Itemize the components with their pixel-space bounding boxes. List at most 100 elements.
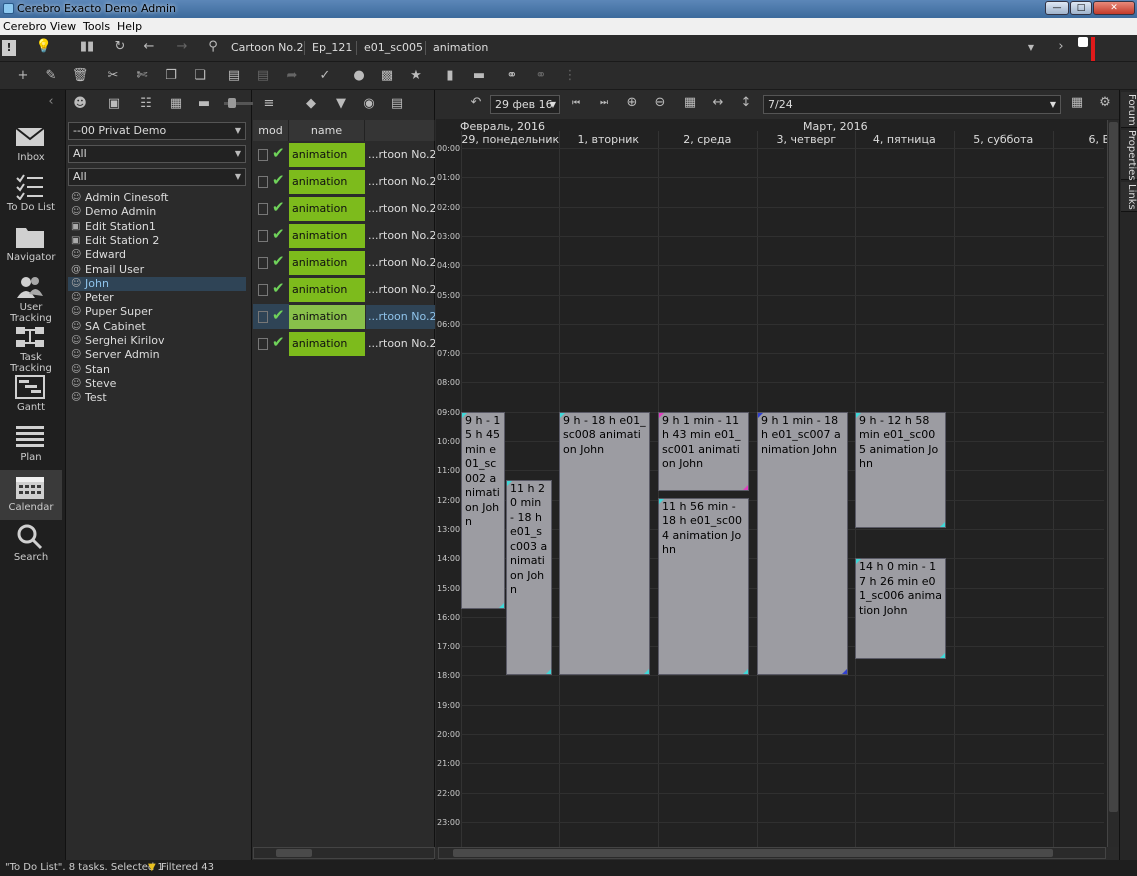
path-segment-scene[interactable]: e01_sc005 [364, 41, 423, 54]
export-icon[interactable]: ▤ [389, 96, 405, 112]
table-row[interactable]: ✔ animation ...rtoon No.2, [253, 142, 435, 167]
table-row[interactable]: ✔ animation ...rtoon No.2, [253, 223, 435, 248]
row-checkbox[interactable] [258, 257, 268, 269]
move-icon[interactable]: ▬ [470, 68, 488, 84]
delete-icon[interactable]: 🗑 [71, 68, 89, 84]
mod-cell[interactable]: ✔ [253, 169, 289, 194]
nav-calendar[interactable]: Calendar [0, 470, 62, 520]
book-icon[interactable]: ▮▮ [78, 39, 96, 55]
menu-tools[interactable]: Tools [83, 20, 110, 33]
user-item[interactable]: ▣ Edit Station1 [68, 220, 246, 234]
day-header[interactable]: 5, суббота [954, 133, 1053, 146]
user-item[interactable]: ☺ Peter [68, 291, 246, 305]
cut-link-icon[interactable]: ✄ [133, 68, 151, 84]
user-item[interactable]: @ Email User [68, 263, 246, 277]
row-checkbox[interactable] [258, 230, 268, 242]
doc-icon[interactable]: ▣ [106, 96, 122, 112]
user-item[interactable]: ☺ Demo Admin [68, 205, 246, 219]
user-item[interactable]: ☺ Puper Super [68, 305, 246, 319]
fit-height-icon[interactable]: ↕ [738, 95, 754, 111]
zoom-in-icon[interactable]: ⊕ [624, 95, 640, 111]
day-header[interactable]: 29, понедельник [461, 133, 560, 146]
undo-icon[interactable]: ↶ [468, 95, 484, 111]
calendar-event[interactable]: 14 h 0 min - 17 h 26 min e01_sc006 anima… [855, 558, 946, 659]
user-item[interactable]: ☺ Edward [68, 248, 246, 262]
hint-icon[interactable]: ● [350, 68, 368, 84]
forward-icon[interactable]: → [173, 39, 191, 55]
tab-forum[interactable]: Forum [1121, 92, 1137, 128]
task-project-cell[interactable]: ...rtoon No.2, [366, 278, 435, 302]
task-list-scrollbar[interactable] [253, 847, 435, 859]
path-segment-episode[interactable]: Ep_121 [312, 41, 352, 54]
copy-icon[interactable]: ❐ [162, 68, 180, 84]
task-name-cell[interactable]: animation [289, 224, 365, 248]
user-icon[interactable]: ☻ [72, 96, 88, 112]
redo-icon[interactable]: ➦ [283, 68, 301, 84]
last-page-icon[interactable]: ⏭ [596, 95, 612, 111]
filter-combo-2[interactable]: All ▼ [68, 168, 246, 186]
calendar-event[interactable]: 11 h 20 min - 18 h e01_sc003 animation J… [506, 479, 552, 676]
calendar-event[interactable]: 9 h 1 min - 11 h 43 min e01_sc001 animat… [658, 411, 749, 492]
user-item[interactable]: ☺ John [68, 276, 246, 291]
path-segment-project[interactable]: Cartoon No.2 [231, 41, 303, 54]
menu-help[interactable]: Help [117, 20, 142, 33]
menu-view[interactable]: View [50, 20, 76, 33]
nav-gantt[interactable]: Gantt [0, 370, 62, 420]
row-checkbox[interactable] [258, 203, 268, 215]
filter-icon[interactable]: ▼ [333, 96, 349, 112]
task-project-cell[interactable]: ...rtoon No.2, [366, 170, 435, 194]
calendar-event[interactable]: 9 h - 15 h 45 min e01_sc002 animation Jo… [461, 411, 505, 610]
table-row[interactable]: ✔ animation ...rtoon No.2, [253, 277, 435, 302]
user-item[interactable]: ☺ Steve [68, 377, 246, 391]
link-icon[interactable]: ⚭ [503, 68, 521, 84]
task-project-cell[interactable]: ...rtoon No.2, [366, 251, 435, 275]
zoom-out-icon[interactable]: ⊖ [652, 95, 668, 111]
menu-cerebro[interactable]: Cerebro [3, 20, 47, 33]
row-checkbox[interactable] [258, 284, 268, 296]
more-icon[interactable]: ⋮ [561, 68, 579, 84]
copy-link-icon[interactable]: ❏ [191, 68, 209, 84]
date-picker[interactable]: 29 фев 16 ▼ [490, 95, 560, 114]
today-icon[interactable]: ▦ [682, 95, 698, 111]
task-name-cell[interactable]: animation [289, 332, 365, 356]
calendar-event[interactable]: 9 h - 18 h e01_sc008 animation John [559, 411, 650, 676]
column-project[interactable] [365, 120, 435, 141]
table-row[interactable]: ✔ animation ...rtoon No.2, [253, 250, 435, 275]
row-checkbox[interactable] [258, 176, 268, 188]
table-row[interactable]: ✔ animation ...rtoon No.2, [253, 304, 435, 329]
nav-search[interactable]: Search [0, 520, 62, 570]
close-button[interactable]: ✕ [1093, 1, 1135, 15]
calendar-hscrollbar[interactable] [438, 847, 1106, 859]
unlink-icon[interactable]: ⚭ [532, 68, 550, 84]
project-combo[interactable]: --00 Privat Demo ▼ [68, 122, 246, 140]
report-icon[interactable]: ▩ [378, 68, 396, 84]
user-item[interactable]: ☺ Test [68, 391, 246, 405]
task-project-cell[interactable]: ...rtoon No.2, [366, 224, 435, 248]
nav-todo-list[interactable]: To Do List [0, 170, 62, 220]
day-header[interactable]: 4, пятница [855, 133, 954, 146]
calendar-event[interactable]: 9 h 1 min - 18 h e01_sc007 animation Joh… [757, 411, 848, 676]
search-icon[interactable]: ⚲ [204, 39, 222, 55]
task-name-cell[interactable]: animation [289, 197, 365, 221]
mod-cell[interactable]: ✔ [253, 142, 289, 167]
path-segment-task[interactable]: animation [433, 41, 488, 54]
fit-width-icon[interactable]: ↔ [710, 95, 726, 111]
task-name-cell[interactable]: animation [289, 278, 365, 302]
task-name-cell[interactable]: animation [289, 143, 365, 167]
calendar-event[interactable]: 11 h 56 min - 18 h e01_sc004 animation J… [658, 497, 749, 676]
row-checkbox[interactable] [258, 338, 268, 350]
calendar-event[interactable]: 9 h - 12 h 58 min e01_sc005 animation Jo… [855, 411, 946, 528]
mod-cell[interactable]: ✔ [253, 304, 289, 329]
table-row[interactable]: ✔ animation ...rtoon No.2, [253, 169, 435, 194]
row-checkbox[interactable] [258, 311, 268, 323]
filter-combo-1[interactable]: All ▼ [68, 145, 246, 163]
task-project-cell[interactable]: ...rtoon No.2, [366, 305, 435, 329]
nav-navigator[interactable]: Navigator [0, 220, 62, 270]
day-header[interactable]: 1, вторник [559, 133, 658, 146]
mod-cell[interactable]: ✔ [253, 277, 289, 302]
nav-task-tracking[interactable]: Task Tracking [0, 320, 62, 374]
nav-inbox[interactable]: Inbox [0, 120, 62, 170]
user-item[interactable]: ☺ Server Admin [68, 348, 246, 362]
table-row[interactable]: ✔ animation ...rtoon No.2, [253, 196, 435, 221]
collapse-icon[interactable]: ‹ [44, 94, 58, 110]
